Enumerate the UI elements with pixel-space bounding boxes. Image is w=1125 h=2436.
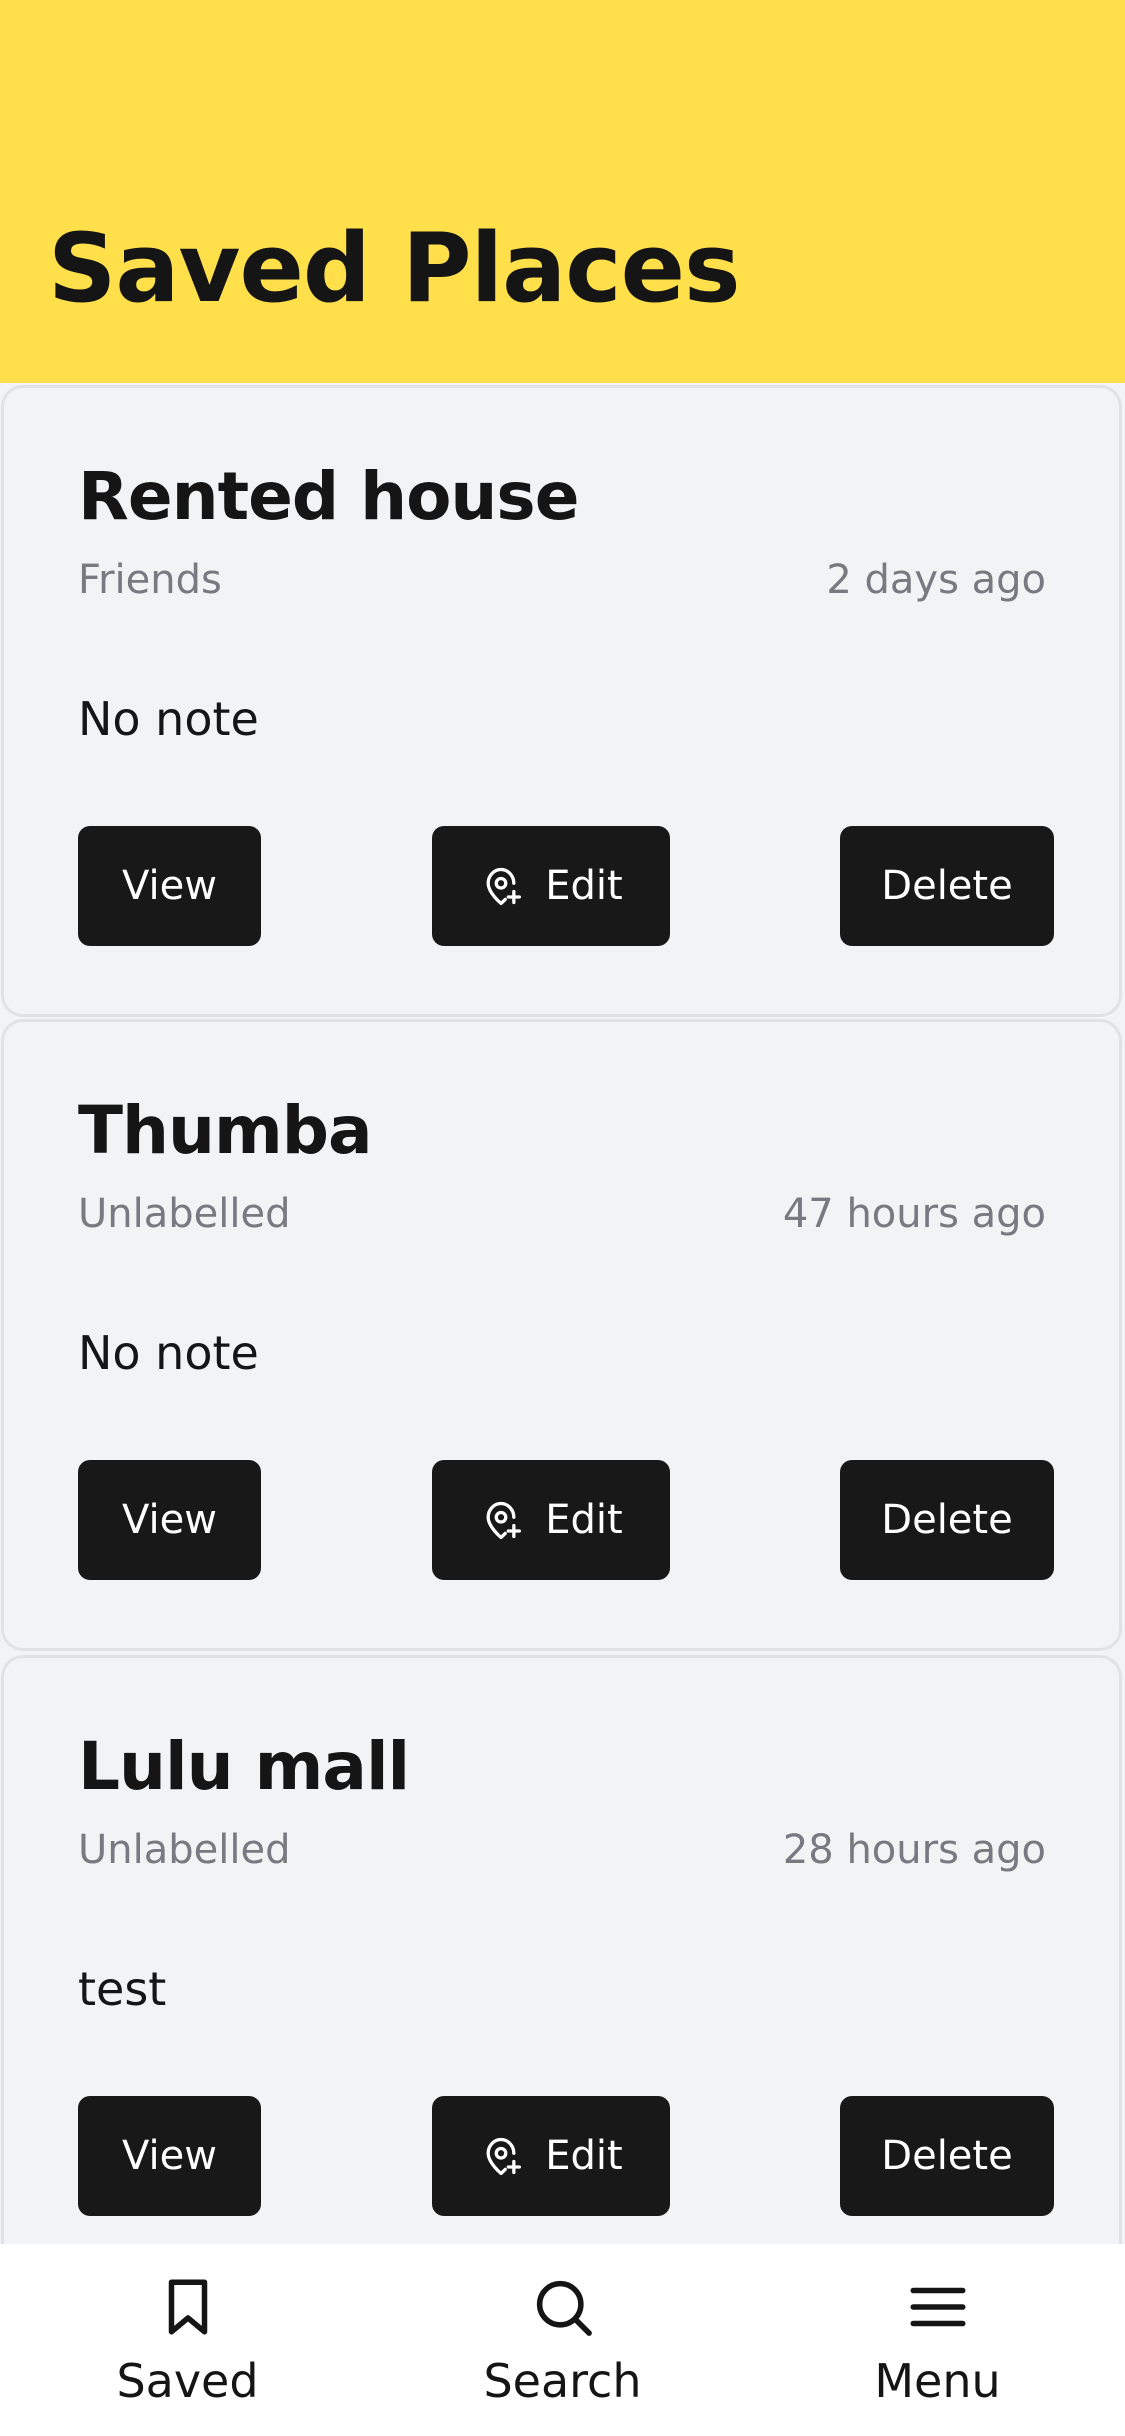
place-name: Lulu mall	[78, 1728, 410, 1805]
map-pin-plus-icon	[486, 1501, 522, 1540]
nav-item-search[interactable]: Search	[375, 2244, 750, 2436]
nav-label-menu: Menu	[874, 2354, 1001, 2408]
delete-button[interactable]: Delete	[840, 826, 1054, 946]
map-pin-plus-icon	[486, 867, 522, 906]
nav-label-search: Search	[483, 2354, 642, 2408]
edit-button[interactable]: Edit	[432, 2096, 670, 2216]
place-note: test	[78, 1962, 167, 2016]
place-timestamp: 47 hours ago	[782, 1191, 1046, 1237]
edit-button-label: Edit	[545, 2133, 623, 2179]
view-button[interactable]: View	[78, 826, 261, 946]
place-card: Rented house Friends 2 days ago No note …	[1, 385, 1122, 1017]
map-pin-plus-icon	[486, 2137, 522, 2176]
view-button[interactable]: View	[78, 2096, 261, 2216]
menu-icon	[910, 2287, 965, 2327]
edit-button-label: Edit	[545, 863, 623, 909]
place-card: Thumba Unlabelled 47 hours ago No note V…	[1, 1019, 1122, 1651]
view-button-label: View	[122, 1497, 217, 1543]
nav-item-saved[interactable]: Saved	[0, 2244, 375, 2436]
edit-button-label: Edit	[545, 1497, 623, 1543]
delete-button-label: Delete	[881, 1497, 1013, 1543]
bookmark-icon	[168, 2279, 207, 2335]
place-timestamp: 2 days ago	[826, 557, 1046, 603]
edit-button[interactable]: Edit	[432, 826, 670, 946]
search-icon	[536, 2280, 592, 2336]
delete-button-label: Delete	[881, 2133, 1013, 2179]
edit-button[interactable]: Edit	[432, 1460, 670, 1580]
place-label: Unlabelled	[78, 1191, 291, 1237]
place-note: No note	[78, 692, 259, 746]
nav-item-menu[interactable]: Menu	[750, 2244, 1125, 2436]
view-button[interactable]: View	[78, 1460, 261, 1580]
place-name: Thumba	[78, 1092, 373, 1169]
delete-button[interactable]: Delete	[840, 1460, 1054, 1580]
page-header: Saved Places	[0, 0, 1125, 383]
place-timestamp: 28 hours ago	[782, 1827, 1046, 1873]
delete-button-label: Delete	[881, 863, 1013, 909]
delete-button[interactable]: Delete	[840, 2096, 1054, 2216]
place-label: Friends	[78, 557, 222, 603]
view-button-label: View	[122, 863, 217, 909]
place-card: Lulu mall Unlabelled 28 hours ago test V…	[1, 1655, 1122, 2287]
place-note: No note	[78, 1326, 259, 1380]
place-label: Unlabelled	[78, 1827, 291, 1873]
nav-label-saved: Saved	[116, 2354, 259, 2408]
view-button-label: View	[122, 2133, 217, 2179]
bottom-nav: Saved Search Menu	[0, 2244, 1125, 2436]
page-title: Saved Places	[48, 214, 741, 324]
place-name: Rented house	[78, 458, 579, 535]
